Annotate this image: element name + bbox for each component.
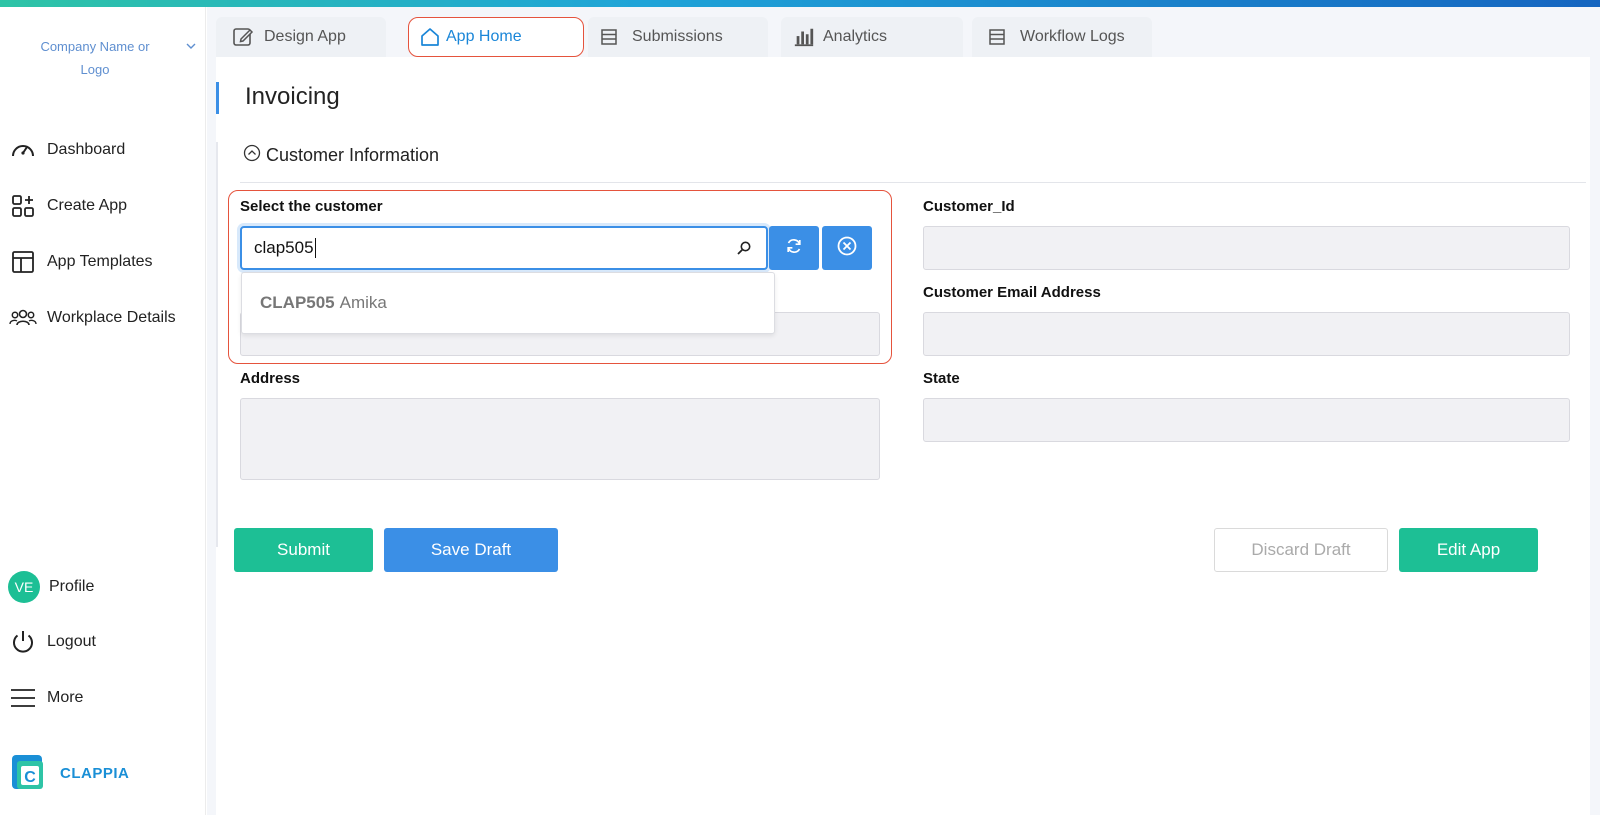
sidebar-item-label: Logout (47, 633, 96, 650)
home-icon (419, 26, 441, 48)
tab-label: Design App (264, 28, 346, 45)
edit-app-button[interactable]: Edit App (1399, 528, 1538, 572)
section-divider (240, 182, 1586, 183)
sidebar-item-app-templates[interactable]: App Templates (8, 247, 153, 277)
sidebar-item-workplace-details[interactable]: Workplace Details (8, 303, 176, 333)
state-label: State (923, 370, 960, 387)
sidebar-item-label: Profile (49, 578, 95, 595)
tab-design-app[interactable]: Design App (216, 17, 386, 57)
bar-chart-icon (793, 26, 815, 48)
list-icon (600, 26, 622, 48)
users-icon (8, 303, 38, 333)
sidebar-item-label: Workplace Details (47, 309, 176, 326)
tab-submissions[interactable]: Submissions (588, 17, 768, 57)
customer-id-field[interactable] (923, 226, 1570, 270)
tab-label: Submissions (632, 28, 723, 45)
customer-id-label: Customer_Id (923, 198, 1015, 215)
power-icon (8, 627, 38, 657)
sidebar-item-label: App Templates (47, 253, 153, 270)
svg-text:C: C (24, 769, 36, 786)
state-field[interactable] (923, 398, 1570, 442)
customer-email-label: Customer Email Address (923, 284, 1101, 301)
tab-app-home[interactable]: App Home (408, 17, 584, 57)
collapse-icon (243, 144, 261, 167)
sidebar-item-create-app[interactable]: Create App (8, 191, 127, 221)
address-label: Address (240, 370, 301, 387)
speedometer-icon (8, 135, 38, 165)
clappia-logo-icon: C (12, 755, 43, 789)
annotation-highlight-box (228, 190, 892, 364)
sidebar-item-label: Create App (47, 197, 128, 214)
tab-label: App Home (446, 28, 522, 45)
avatar: VE (8, 571, 40, 603)
customer-email-field[interactable] (923, 312, 1570, 356)
address-field[interactable] (240, 398, 880, 480)
sidebar-item-dashboard[interactable]: Dashboard (8, 135, 125, 165)
edit-icon (232, 26, 254, 48)
main-panel: Invoicing Customer Information Customer_… (216, 57, 1590, 815)
sidebar-item-profile[interactable]: VE Profile (8, 571, 95, 603)
section-title: Customer Information (266, 145, 440, 165)
tab-label: Workflow Logs (1020, 28, 1125, 45)
page-title: Invoicing (245, 83, 340, 110)
discard-draft-button[interactable]: Discard Draft (1214, 528, 1388, 572)
sidebar-item-label: Dashboard (47, 141, 126, 158)
menu-icon (8, 683, 38, 713)
sidebar: Company Name or Logo Dashboard Create Ap… (0, 7, 206, 815)
brand-logo: C CLAPPIA (12, 755, 129, 791)
sidebar-item-logout[interactable]: Logout (8, 627, 96, 657)
tab-analytics[interactable]: Analytics (781, 17, 963, 57)
submit-button[interactable]: Submit (234, 528, 373, 572)
title-accent-bar (216, 82, 219, 114)
brand-name: CLAPPIA (60, 764, 130, 782)
template-icon (8, 247, 38, 277)
top-gradient-bar (0, 0, 1600, 7)
chevron-down-icon[interactable] (184, 39, 198, 53)
add-apps-icon (8, 191, 38, 221)
sidebar-item-more[interactable]: More (8, 683, 83, 713)
section-indicator-line (216, 142, 218, 547)
list-icon (988, 26, 1010, 48)
tab-workflow-logs[interactable]: Workflow Logs (972, 17, 1152, 57)
section-header-customer-information[interactable]: Customer Information (243, 144, 439, 167)
sidebar-item-label: More (47, 689, 84, 706)
save-draft-button[interactable]: Save Draft (384, 528, 558, 572)
tab-label: Analytics (823, 28, 888, 45)
company-name[interactable]: Company Name or Logo (30, 35, 160, 81)
